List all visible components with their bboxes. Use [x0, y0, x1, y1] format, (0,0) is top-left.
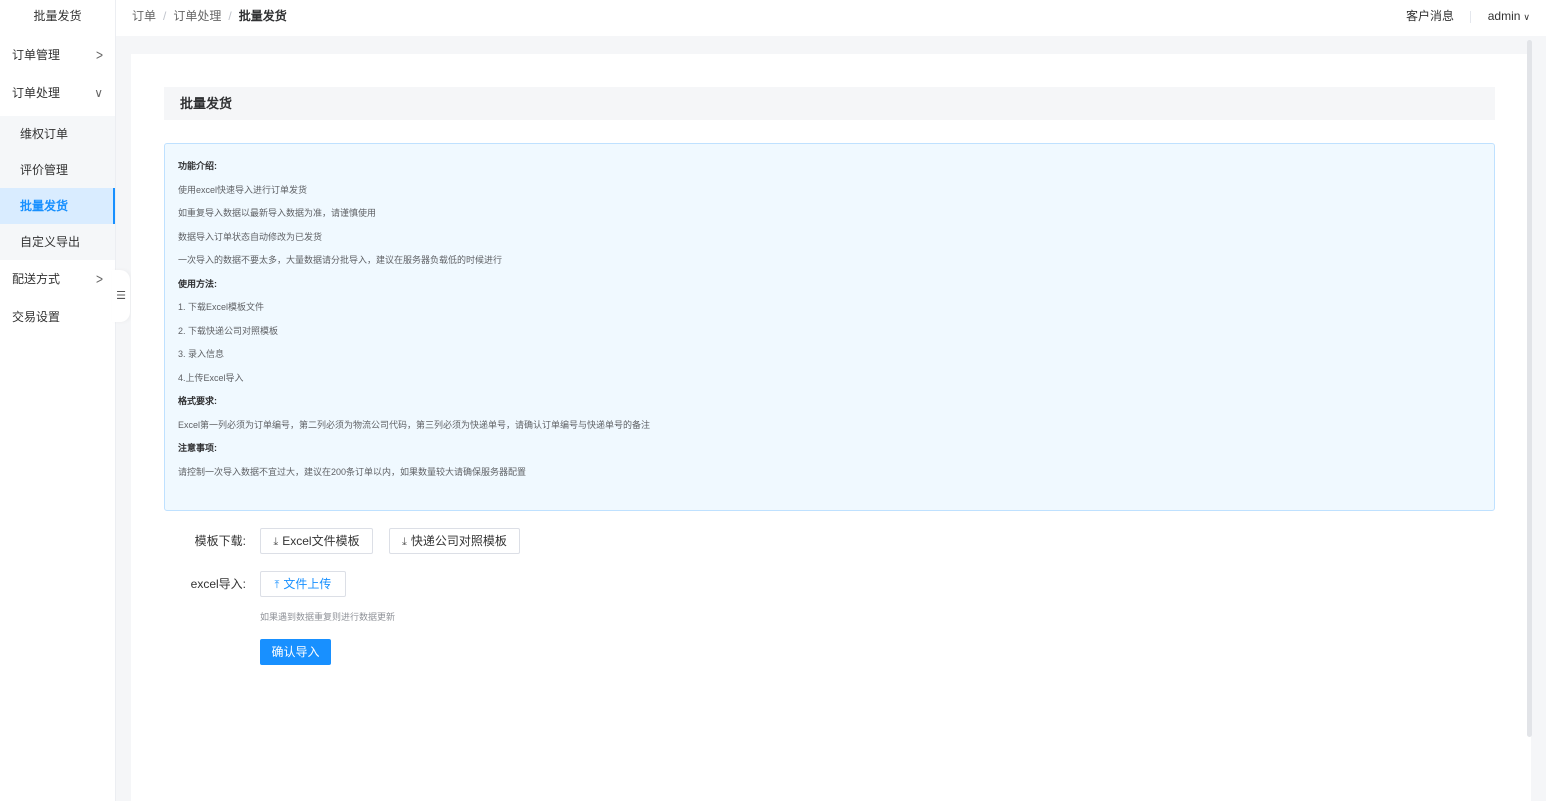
sidebar-item-label: 订单处理: [12, 86, 61, 100]
chevron-right-icon: >: [95, 270, 103, 288]
template-download-label: 模板下载:: [194, 534, 246, 548]
chevron-down-icon: ∨: [94, 86, 103, 100]
header-actions: 客户消息 admin ∨: [1406, 0, 1530, 32]
breadcrumb-separator: /: [163, 9, 167, 23]
excel-template-label: Excel文件模板: [282, 534, 360, 548]
download-icon: ⤓: [273, 536, 279, 548]
breadcrumb: 订单 / 订单处理 / 批量发货: [132, 0, 287, 32]
app-root: 批量发货 订单管理 > 订单处理 ∨ 维权订单 评价管理 批量发货 自定义导出 …: [0, 0, 1546, 801]
page-title: 批量发货: [164, 87, 1495, 120]
sidebar-item-batch-shipping[interactable]: 批量发货: [0, 188, 115, 224]
excel-import-row: excel导入: ⤒ 文件上传: [164, 570, 1364, 598]
info-heading: 使用方法:: [178, 278, 217, 289]
file-upload-button[interactable]: ⤒ 文件上传: [260, 571, 346, 597]
header-divider: [1470, 10, 1472, 23]
sidebar-item-label: 配送方式: [12, 272, 61, 286]
template-download-row: 模板下载: ⤓ Excel文件模板 ⤓ 快递公司对照模板: [164, 527, 1364, 555]
breadcrumb-item-order[interactable]: 订单: [132, 9, 156, 23]
sidebar-item-order-processing[interactable]: 订单处理 ∨: [0, 74, 115, 112]
user-name: admin: [1487, 9, 1521, 23]
import-hint: 如果遇到数据重复则进行数据更新: [260, 612, 396, 622]
info-heading: 格式要求:: [178, 396, 217, 406]
info-alert: 功能介绍: 使用excel快速导入进行订单发货 如重复导入数据以最新导入数据为准…: [164, 143, 1495, 511]
info-line: 3. 录入信息: [178, 349, 225, 359]
confirm-import-button[interactable]: 确认导入: [260, 639, 331, 665]
sidebar-item-label: 交易设置: [12, 310, 61, 324]
sidebar-item-reviews[interactable]: 评价管理: [0, 152, 115, 188]
chevron-right-icon: >: [95, 46, 103, 64]
breadcrumb-separator: /: [228, 9, 232, 23]
sidebar-menu: 订单管理 > 订单处理 ∨ 维权订单 评价管理 批量发货 自定义导出 配送方式 …: [0, 36, 115, 336]
info-line: 使用excel快速导入进行订单发货: [178, 184, 308, 195]
info-line: 4.上传Excel导入: [178, 372, 244, 383]
download-icon: ⤓: [402, 536, 407, 548]
sidebar-item-label: 订单管理: [12, 48, 61, 62]
vertical-scrollbar[interactable]: [1527, 40, 1532, 737]
collapse-sidebar-icon[interactable]: ☰: [112, 270, 130, 322]
info-line: Excel第一列必须为订单编号，第二列必须为物流公司代码，第三列必须为快递单号，…: [178, 419, 651, 430]
excel-template-button[interactable]: ⤓ Excel文件模板: [260, 528, 373, 554]
content-card: 批量发货 功能介绍: 使用excel快速导入进行订单发货 如重复导入数据以最新导…: [131, 54, 1531, 801]
upload-icon: ⤒: [274, 579, 280, 591]
sidebar-submenu: 维权订单 评价管理 批量发货 自定义导出: [0, 116, 115, 260]
excel-import-label: excel导入:: [190, 577, 246, 591]
sidebar-item-order-management[interactable]: 订单管理 >: [0, 36, 115, 74]
file-upload-label: 文件上传: [283, 577, 332, 591]
breadcrumb-item-current: 批量发货: [238, 9, 287, 23]
sidebar-item-rights-orders[interactable]: 维权订单: [0, 116, 115, 152]
courier-template-button[interactable]: ⤓ 快递公司对照模板: [389, 528, 520, 554]
info-line: 2. 下载快递公司对照模板: [178, 325, 279, 336]
info-line: 请控制一次导入数据不宜过大，建议在200条订单以内，如果数量较大请确保服务器配置: [178, 466, 527, 477]
customer-messages-link[interactable]: 客户消息: [1406, 9, 1454, 23]
breadcrumb-item-order-processing[interactable]: 订单处理: [173, 9, 221, 23]
info-line: 1. 下载Excel模板文件: [178, 302, 265, 312]
info-heading: 注意事项:: [178, 443, 217, 453]
info-heading: 功能介绍:: [178, 161, 217, 171]
chevron-down-icon: ∨: [1523, 12, 1530, 22]
sidebar-item-trade-settings[interactable]: 交易设置: [0, 298, 115, 336]
sidebar-item-custom-export[interactable]: 自定义导出: [0, 224, 115, 260]
sidebar-item-delivery-methods[interactable]: 配送方式 >: [0, 260, 115, 298]
courier-template-label: 快递公司对照模板: [410, 534, 507, 548]
info-line: 如重复导入数据以最新导入数据为准，请谨慎使用: [178, 208, 377, 218]
sidebar: 批量发货 订单管理 > 订单处理 ∨ 维权订单 评价管理 批量发货 自定义导出 …: [0, 0, 116, 801]
info-line: 数据导入订单状态自动修改为已发货: [178, 231, 323, 242]
top-header: 订单 / 订单处理 / 批量发货 客户消息 admin ∨: [116, 0, 1546, 36]
user-menu[interactable]: admin ∨: [1488, 9, 1530, 23]
info-line: 一次导入的数据不要太多，大量数据请分批导入，建议在服务器负载低的时候进行: [178, 255, 503, 265]
sidebar-title: 批量发货: [33, 9, 82, 23]
